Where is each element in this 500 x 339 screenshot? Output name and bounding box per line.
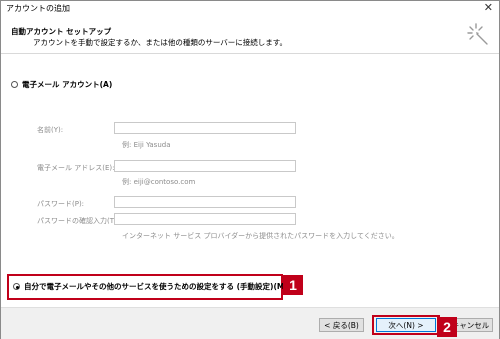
callout-badge-1: 1 <box>283 275 303 295</box>
content-area <box>1 54 499 307</box>
email-account-label: 電子メール アカウント(A) <box>22 80 113 89</box>
wizard-sparkle-icon <box>467 23 488 45</box>
name-example: 例: Eiji Yasuda <box>122 141 171 149</box>
email-input[interactable] <box>114 160 296 172</box>
title-bar: アカウントの追加 ✕ <box>1 1 499 15</box>
email-account-option[interactable]: 電子メール アカウント(A) <box>11 79 112 90</box>
name-input[interactable] <box>114 122 296 134</box>
wizard-header: 自動アカウント セットアップ アカウントを手動で設定するか、または他の種類のサー… <box>1 15 499 54</box>
password-note: インターネット サービス プロバイダーから提供されたパスワードを入力してください… <box>122 232 399 240</box>
add-account-dialog: アカウントの追加 ✕ 自動アカウント セットアップ アカウントを手動で設定するか… <box>0 0 500 339</box>
email-label: 電子メール アドレス(E): <box>37 164 115 172</box>
name-label: 名前(Y): <box>37 126 64 134</box>
callout-badge-2: 2 <box>437 317 457 337</box>
manual-setup-radio[interactable] <box>13 283 20 290</box>
next-button[interactable]: 次へ(N) > <box>376 318 436 332</box>
password-confirm-input[interactable] <box>114 213 296 225</box>
page-subtitle: アカウントを手動で設定するか、または他の種類のサーバーに接続します。 <box>33 38 288 47</box>
password-input[interactable] <box>114 196 296 208</box>
password-label: パスワード(P): <box>37 200 85 208</box>
close-icon[interactable]: ✕ <box>484 1 493 15</box>
manual-setup-option[interactable]: 自分で電子メールやその他のサービスを使うための設定をする (手動設定)(M) <box>13 281 288 292</box>
page-title: 自動アカウント セットアップ <box>11 27 112 36</box>
email-account-radio[interactable] <box>11 81 18 88</box>
back-button[interactable]: < 戻る(B) <box>319 318 364 332</box>
password-confirm-label: パスワードの確認入力(T): <box>37 217 120 225</box>
email-example: 例: eiji@contoso.com <box>122 178 196 186</box>
manual-setup-label: 自分で電子メールやその他のサービスを使うための設定をする (手動設定)(M) <box>24 282 288 291</box>
window-title: アカウントの追加 <box>6 4 70 13</box>
